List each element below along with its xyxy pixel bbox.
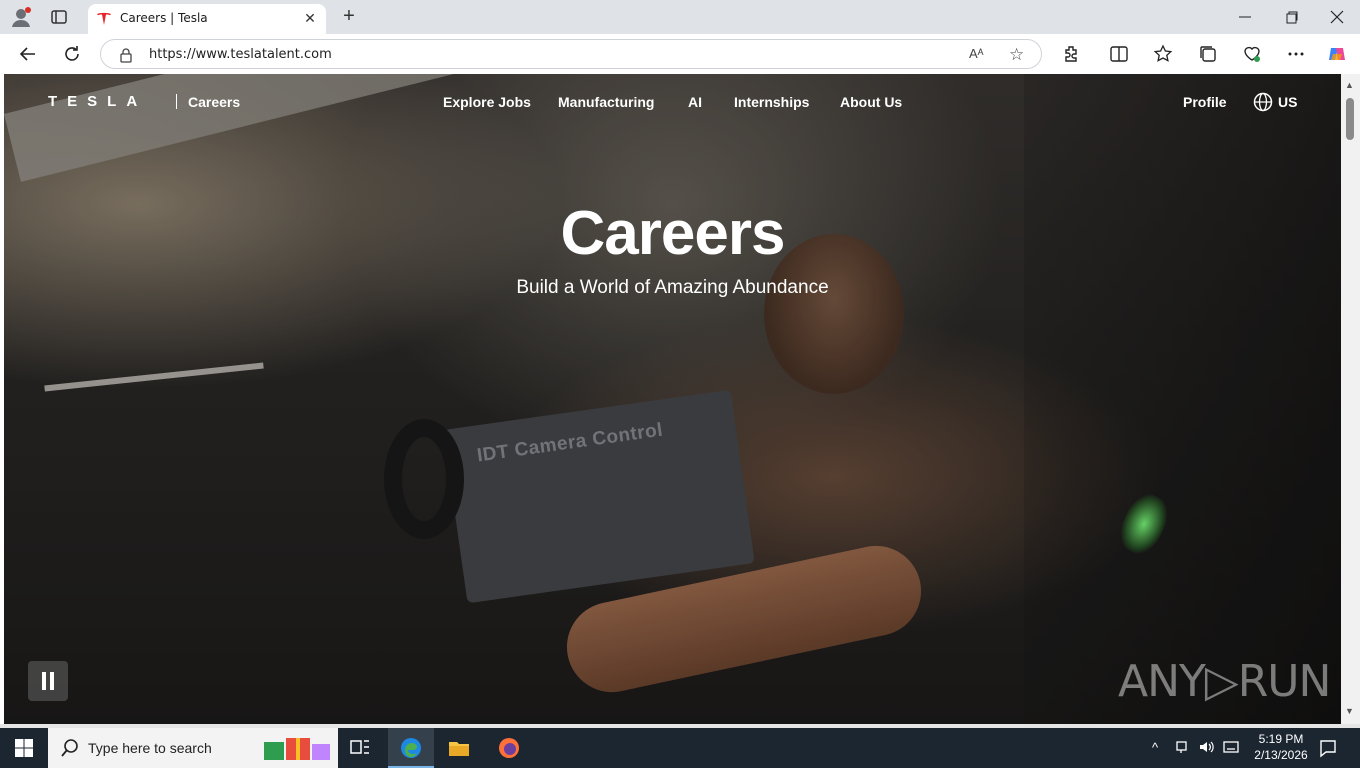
split-screen-icon[interactable]: [1109, 44, 1129, 64]
browser-essentials-icon[interactable]: [1242, 44, 1262, 64]
nav-ai[interactable]: AI: [688, 94, 702, 110]
nav-explore-jobs[interactable]: Explore Jobs: [443, 94, 531, 110]
video-pause-button[interactable]: [28, 661, 68, 701]
favorite-star-icon[interactable]: ☆: [1009, 45, 1024, 65]
region-selector[interactable]: US: [1278, 94, 1297, 110]
file-explorer-icon[interactable]: [447, 736, 471, 760]
taskbar-edge-active[interactable]: [388, 728, 434, 768]
tab-actions-icon[interactable]: [50, 8, 68, 26]
scroll-up-arrow-icon[interactable]: ▲: [1345, 80, 1354, 90]
more-options-icon[interactable]: [1286, 44, 1306, 64]
notification-center-icon[interactable]: [1318, 738, 1338, 758]
profile-link[interactable]: Profile: [1183, 94, 1227, 110]
windows-taskbar: Type here to search ^ 5:19 PM 2/13/2026: [0, 728, 1360, 768]
read-aloud-icon[interactable]: Aᴬ: [969, 46, 984, 61]
tab-title: Careers | Tesla: [120, 11, 208, 25]
careers-home-link[interactable]: Careers: [188, 94, 240, 110]
hero-title: Careers: [560, 199, 786, 268]
input-method-icon[interactable]: [1222, 738, 1240, 756]
logo-divider: [176, 94, 177, 109]
tesla-favicon-icon: [97, 12, 111, 25]
scroll-down-arrow-icon[interactable]: ▼: [1345, 706, 1354, 716]
clock-date: 2/13/2026: [1254, 748, 1308, 762]
address-bar[interactable]: https://www.teslatalent.com Aᴬ ☆: [100, 39, 1042, 69]
lock-icon[interactable]: [119, 47, 133, 63]
taskbar-clock[interactable]: 5:19 PM 2/13/2026: [1248, 731, 1314, 763]
hero-subtitle: Build a World of Amazing Abundance: [516, 277, 829, 298]
collections-icon[interactable]: [1198, 44, 1218, 64]
favorites-icon[interactable]: [1153, 44, 1173, 64]
browser-titlebar: Careers | Tesla ✕ +: [0, 0, 1360, 34]
browser-tab-active[interactable]: Careers | Tesla ✕: [88, 4, 326, 34]
nav-manufacturing[interactable]: Manufacturing: [558, 94, 654, 110]
extensions-icon[interactable]: [1061, 44, 1081, 64]
globe-icon[interactable]: [1253, 92, 1273, 112]
nav-about-us[interactable]: About Us: [840, 94, 902, 110]
task-view-icon[interactable]: [348, 736, 372, 760]
copilot-icon[interactable]: [1327, 44, 1347, 64]
search-placeholder: Type here to search: [88, 740, 212, 756]
tesla-logo[interactable]: TESLA: [48, 93, 147, 110]
back-arrow-icon[interactable]: [18, 44, 38, 64]
window-close-icon[interactable]: [1328, 8, 1346, 26]
tab-close-icon[interactable]: ✕: [302, 10, 318, 26]
clock-time: 5:19 PM: [1258, 732, 1304, 746]
browser-toolbar: https://www.teslatalent.com Aᴬ ☆: [0, 34, 1360, 74]
network-icon[interactable]: [1174, 738, 1192, 756]
page-scrollbar[interactable]: ▲ ▼: [1341, 74, 1360, 724]
window-restore-icon[interactable]: [1283, 8, 1301, 26]
tray-chevron-icon[interactable]: ^: [1152, 740, 1158, 755]
nav-internships[interactable]: Internships: [734, 94, 809, 110]
firefox-icon[interactable]: [497, 736, 521, 760]
video-scrim: [4, 74, 1341, 724]
scroll-thumb[interactable]: [1346, 98, 1354, 140]
search-icon: [61, 739, 78, 757]
url-text[interactable]: https://www.teslatalent.com: [149, 47, 332, 62]
volume-icon[interactable]: [1198, 738, 1216, 756]
pause-icon-bar: [50, 672, 54, 690]
page-viewport: IDT Camera Control TESLA Careers Explore…: [4, 74, 1341, 724]
new-tab-button[interactable]: +: [338, 6, 360, 28]
taskbar-search-box[interactable]: Type here to search: [48, 728, 338, 768]
windows-start-icon[interactable]: [14, 738, 34, 758]
pause-icon: [42, 672, 46, 690]
anyrun-watermark: ANY▷RUN: [1118, 656, 1331, 707]
window-minimize-icon[interactable]: [1236, 8, 1254, 26]
profile-avatar-icon[interactable]: [10, 6, 32, 28]
refresh-icon[interactable]: [62, 44, 82, 64]
edge-browser-icon: [401, 738, 421, 758]
gift-boxes-icon: [264, 738, 330, 760]
